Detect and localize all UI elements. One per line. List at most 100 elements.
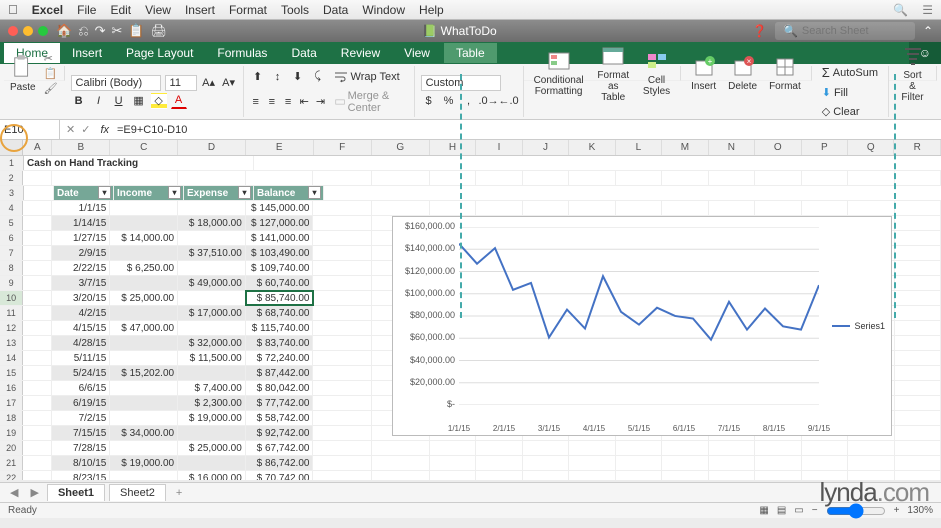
cell[interactable]: 4/28/15 xyxy=(52,336,110,350)
cell[interactable] xyxy=(313,291,371,305)
format-as-table-button[interactable]: Format as Table xyxy=(592,44,635,103)
cell[interactable] xyxy=(430,471,477,480)
column-header[interactable]: A xyxy=(23,140,52,155)
sheet-nav-next-icon[interactable]: ▶ xyxy=(26,486,42,499)
cell[interactable] xyxy=(895,261,941,275)
cell[interactable]: $ 14,000.00 xyxy=(110,231,178,245)
cell[interactable]: $ 68,740.00 xyxy=(246,306,314,320)
menu-window[interactable]: Window xyxy=(362,3,405,17)
cell[interactable] xyxy=(523,171,570,185)
cell[interactable] xyxy=(662,201,709,215)
cell[interactable] xyxy=(313,411,371,425)
orientation-icon[interactable]: ⤹ xyxy=(310,69,326,85)
cell[interactable] xyxy=(23,171,52,185)
cell[interactable]: $ 83,740.00 xyxy=(246,336,314,350)
cell[interactable]: $ 92,742.00 xyxy=(246,426,314,440)
row-header[interactable]: 14 xyxy=(0,351,23,365)
fill-button[interactable]: ⬇Fill xyxy=(818,84,882,101)
row-header[interactable]: 6 xyxy=(0,231,23,245)
cell[interactable] xyxy=(895,291,941,305)
menu-data[interactable]: Data xyxy=(323,3,348,17)
cell[interactable]: 5/11/15 xyxy=(52,351,110,365)
cancel-formula-icon[interactable]: ✕ xyxy=(66,123,75,136)
column-header[interactable]: J xyxy=(523,140,569,155)
tab-view[interactable]: View xyxy=(392,43,442,63)
cell[interactable] xyxy=(848,456,895,470)
cell[interactable] xyxy=(523,471,570,480)
tab-formulas[interactable]: Formulas xyxy=(205,43,279,63)
cell[interactable] xyxy=(313,321,371,335)
align-bottom-icon[interactable]: ⬇ xyxy=(290,69,306,85)
cell[interactable] xyxy=(895,456,941,470)
row-header[interactable]: 17 xyxy=(0,396,23,410)
help-icon[interactable]: ❓ xyxy=(752,24,767,38)
row-header[interactable]: 4 xyxy=(0,201,23,215)
menu-format[interactable]: Format xyxy=(229,3,267,17)
cell[interactable] xyxy=(430,456,477,470)
cell[interactable]: $ 103,490.00 xyxy=(246,246,314,260)
cell[interactable] xyxy=(110,276,178,290)
cell[interactable]: 4/2/15 xyxy=(52,306,110,320)
cell[interactable]: 2/22/15 xyxy=(52,261,110,275)
cell[interactable] xyxy=(755,471,802,480)
cell[interactable] xyxy=(709,201,756,215)
cell[interactable]: $ 34,000.00 xyxy=(110,426,178,440)
cell[interactable] xyxy=(430,441,477,455)
cell[interactable] xyxy=(178,426,246,440)
apple-icon[interactable]:  xyxy=(8,2,18,17)
cell[interactable] xyxy=(802,456,849,470)
qat-undo-icon[interactable]: ⎌ xyxy=(78,23,88,39)
cell[interactable] xyxy=(523,201,570,215)
cell[interactable] xyxy=(178,366,246,380)
cell[interactable] xyxy=(895,336,941,350)
zoom-out-icon[interactable]: − xyxy=(812,505,818,516)
underline-button[interactable]: U xyxy=(111,93,127,109)
cell[interactable]: $ 115,740.00 xyxy=(246,321,314,335)
cell[interactable]: $ 2,300.00 xyxy=(178,396,246,410)
decrease-indent-icon[interactable]: ⇤ xyxy=(298,94,310,110)
cell[interactable] xyxy=(476,171,523,185)
cell[interactable]: $ 80,042.00 xyxy=(246,381,314,395)
cell[interactable]: 5/24/15 xyxy=(52,366,110,380)
sort-filter-button[interactable]: Sort & Filter xyxy=(895,44,930,103)
cell[interactable] xyxy=(895,381,941,395)
cell[interactable]: $ 72,240.00 xyxy=(246,351,314,365)
cell[interactable] xyxy=(178,231,246,245)
cell[interactable]: $ 7,400.00 xyxy=(178,381,246,395)
cell[interactable] xyxy=(709,471,756,480)
cell[interactable] xyxy=(895,246,941,260)
cell[interactable]: 2/9/15 xyxy=(52,246,110,260)
cell[interactable] xyxy=(178,291,246,305)
row-header[interactable]: 3 xyxy=(0,186,24,200)
cell[interactable] xyxy=(755,456,802,470)
cell[interactable] xyxy=(313,246,371,260)
row-header[interactable]: 20 xyxy=(0,441,23,455)
cell[interactable] xyxy=(110,471,178,480)
cell[interactable] xyxy=(313,231,371,245)
row-header[interactable]: 1 xyxy=(0,156,24,170)
bold-button[interactable]: B xyxy=(71,93,87,109)
row-header[interactable]: 19 xyxy=(0,426,23,440)
cell[interactable] xyxy=(523,441,570,455)
cell[interactable] xyxy=(616,456,663,470)
cell[interactable]: 1/27/15 xyxy=(52,231,110,245)
cell[interactable] xyxy=(895,426,941,440)
cell[interactable]: $ 15,202.00 xyxy=(110,366,178,380)
align-center-icon[interactable]: ≡ xyxy=(266,94,278,110)
sheet-search[interactable]: 🔍 xyxy=(775,22,915,40)
qat-redo-icon[interactable]: ↷ xyxy=(95,23,106,39)
cell[interactable] xyxy=(895,321,941,335)
column-header[interactable]: N xyxy=(709,140,755,155)
cell[interactable] xyxy=(569,456,616,470)
menu-insert[interactable]: Insert xyxy=(185,3,215,17)
cell[interactable] xyxy=(895,351,941,365)
window-close-icon[interactable] xyxy=(8,26,18,36)
view-page-break-icon[interactable]: ▭ xyxy=(794,505,803,516)
cell[interactable]: $ 145,000.00 xyxy=(246,201,314,215)
font-family-select[interactable]: Calibri (Body) xyxy=(71,75,161,91)
fill-color-icon[interactable]: ◇ xyxy=(151,93,167,109)
comma-format-icon[interactable]: , xyxy=(461,93,477,109)
row-header[interactable]: 18 xyxy=(0,411,23,425)
cell[interactable] xyxy=(313,351,371,365)
cell[interactable] xyxy=(802,441,849,455)
